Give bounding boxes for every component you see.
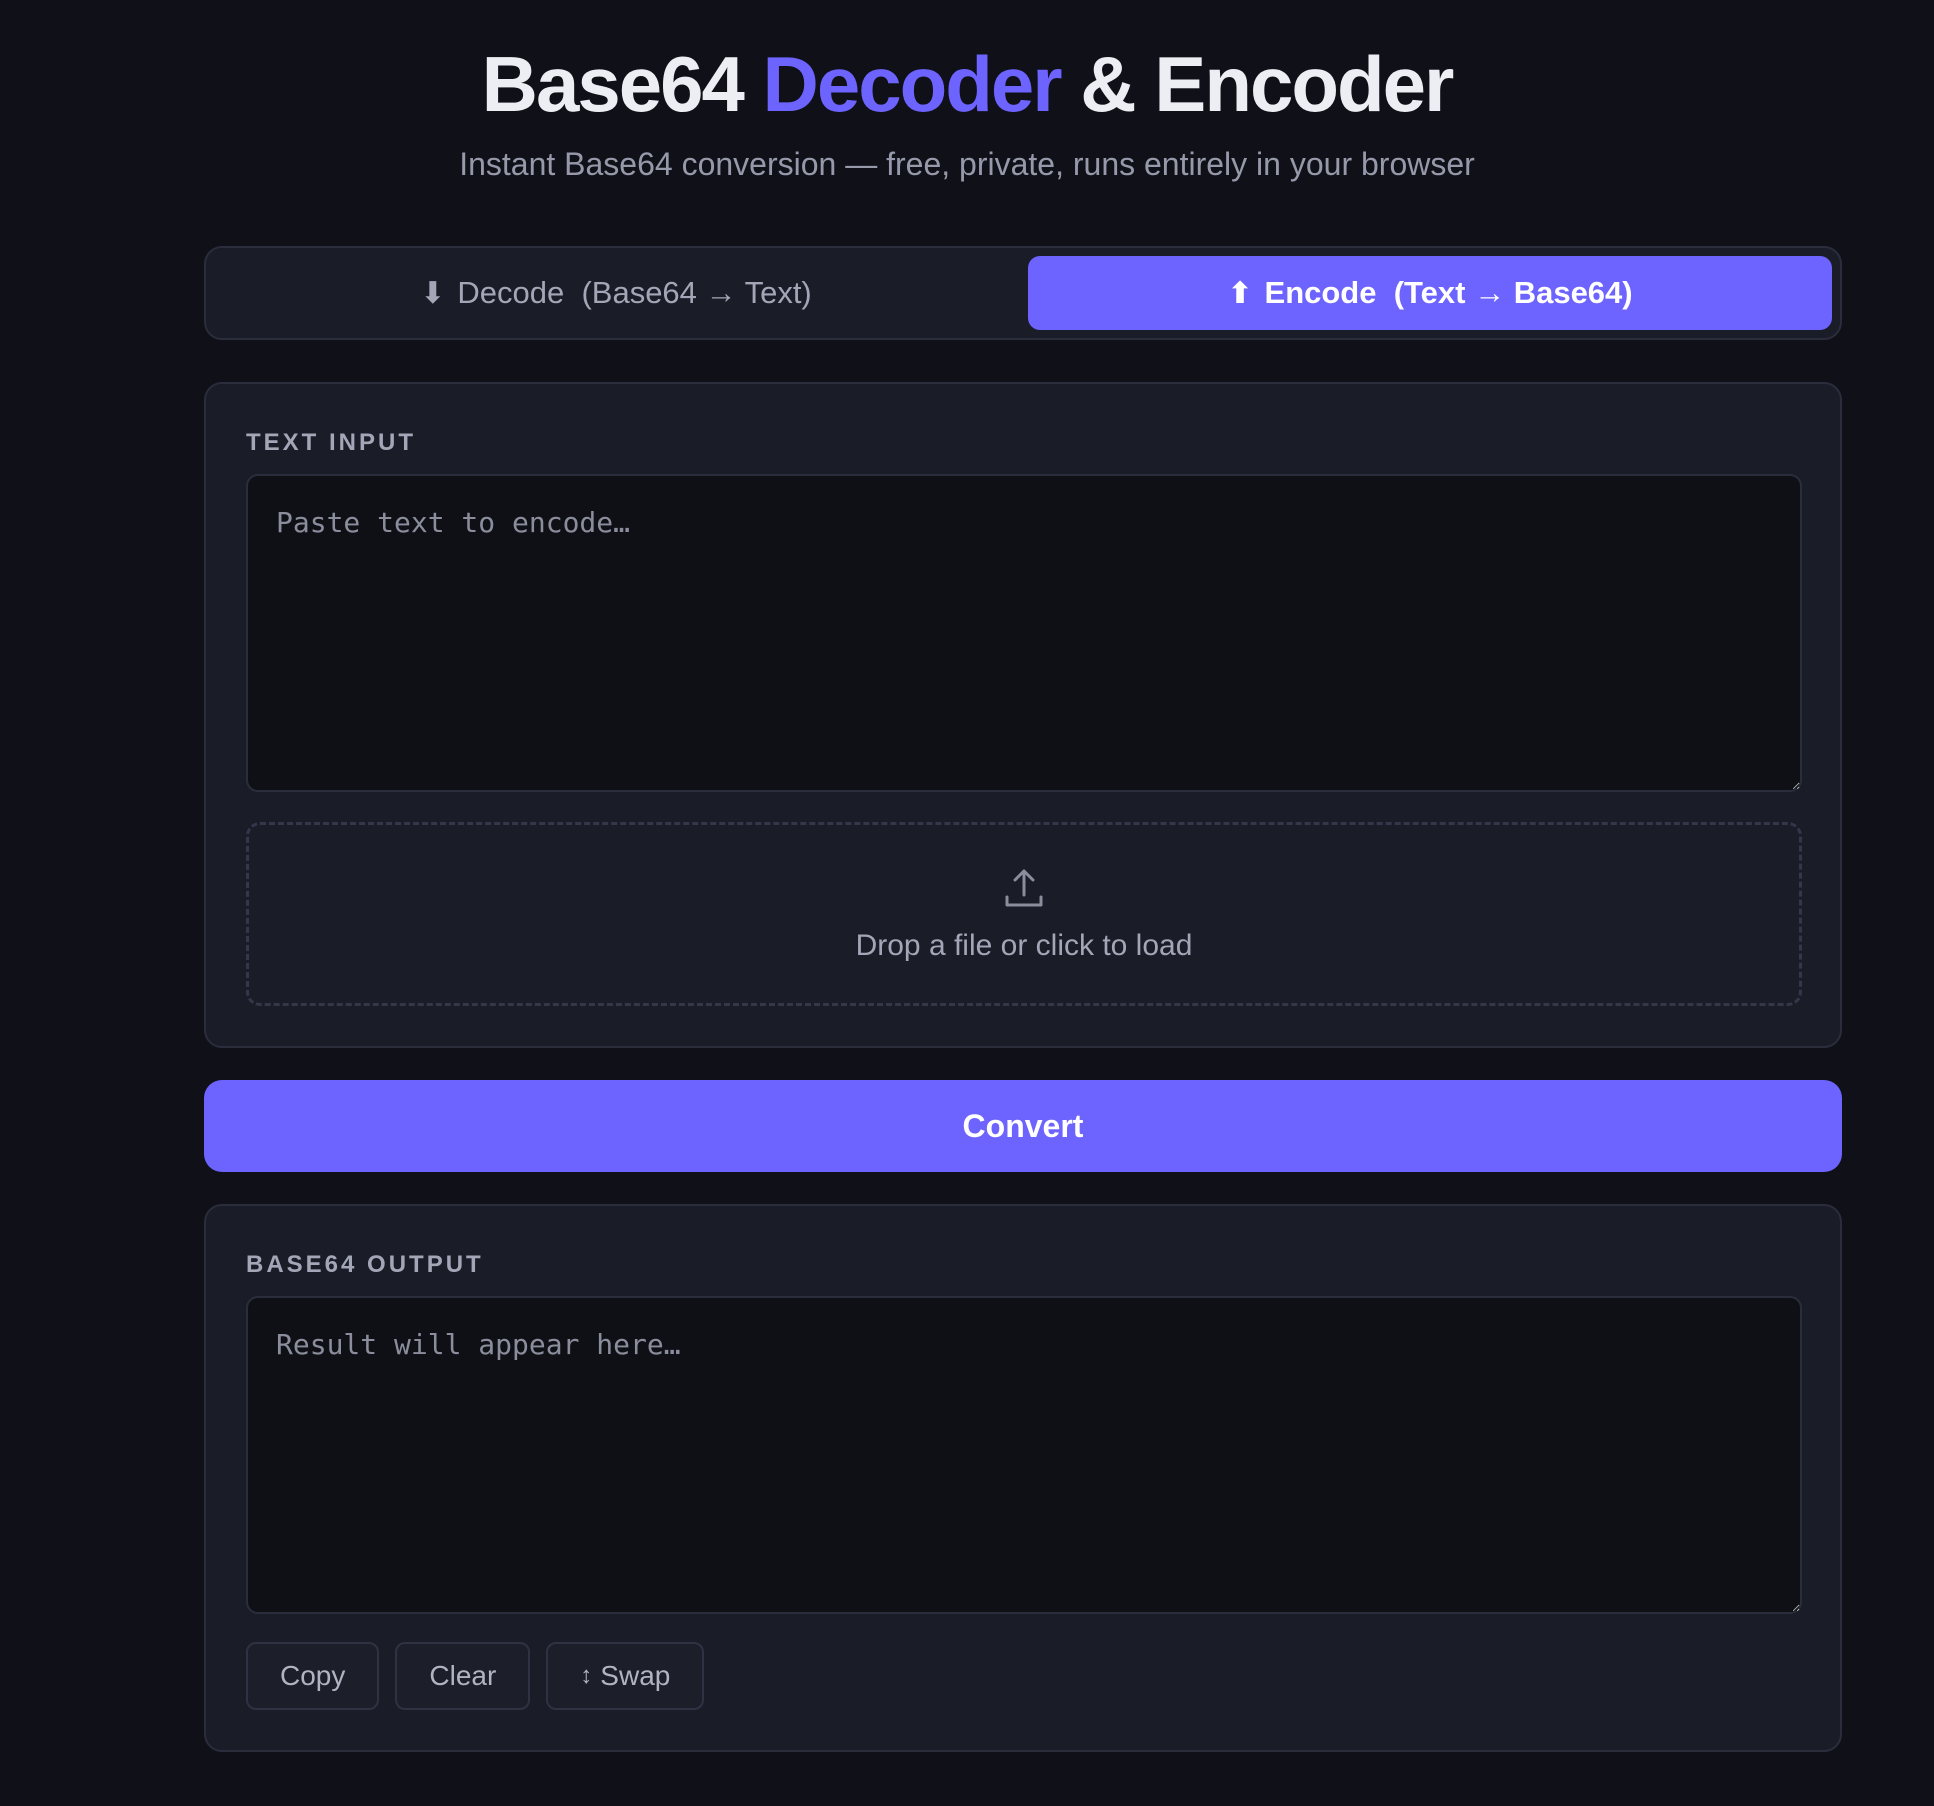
upload-icon bbox=[1005, 869, 1043, 907]
page-subtitle: Instant Base64 conversion — free, privat… bbox=[459, 146, 1475, 182]
copy-button[interactable]: Copy bbox=[246, 1642, 380, 1710]
title-part-1: Base64 bbox=[481, 40, 763, 128]
base64-output-label: BASE64 OUTPUT bbox=[246, 1251, 484, 1278]
swap-button-label: Swap bbox=[600, 1660, 671, 1691]
title-accent: Decoder bbox=[762, 40, 1063, 128]
title-part-2: & Encoder bbox=[1060, 40, 1454, 128]
text-input-field[interactable] bbox=[246, 474, 1802, 792]
mode-toggle: ⬇ Decode (Base64 → Text) ⬆ Encode (Text → … bbox=[204, 246, 1842, 340]
tab-encode[interactable]: ⬆ Encode (Text → Base64) bbox=[1028, 256, 1832, 330]
tab-decode-label: Decode (Base64 → Text) bbox=[457, 275, 812, 310]
swap-vertical-icon: ↕ bbox=[580, 1662, 593, 1689]
base64-output-field[interactable] bbox=[246, 1296, 1802, 1614]
clear-button[interactable]: Clear bbox=[395, 1642, 531, 1710]
tab-encode-label: Encode (Text → Base64) bbox=[1264, 275, 1633, 310]
output-actions: Copy Clear ↕ Swap bbox=[246, 1642, 705, 1710]
input-card: TEXT INPUT Drop a file or click to load bbox=[204, 382, 1842, 1048]
text-input-label: TEXT INPUT bbox=[246, 429, 417, 456]
header: Base64 Decoder & Encoder Instant Base64 … bbox=[0, 38, 1934, 184]
arrow-down-icon: ⬇ bbox=[420, 276, 446, 310]
page: Base64 Decoder & Encoder Instant Base64 … bbox=[0, 0, 1934, 1806]
file-drop-zone[interactable]: Drop a file or click to load bbox=[246, 822, 1802, 1006]
tab-decode[interactable]: ⬇ Decode (Base64 → Text) bbox=[214, 256, 1018, 330]
convert-button[interactable]: Convert bbox=[204, 1080, 1842, 1172]
swap-button[interactable]: ↕ Swap bbox=[546, 1642, 705, 1710]
drop-zone-text: Drop a file or click to load bbox=[855, 929, 1193, 962]
output-card: BASE64 OUTPUT Copy Clear ↕ Swap bbox=[204, 1204, 1842, 1752]
arrow-up-icon: ⬆ bbox=[1227, 276, 1253, 310]
page-title: Base64 Decoder & Encoder bbox=[0, 38, 1934, 130]
